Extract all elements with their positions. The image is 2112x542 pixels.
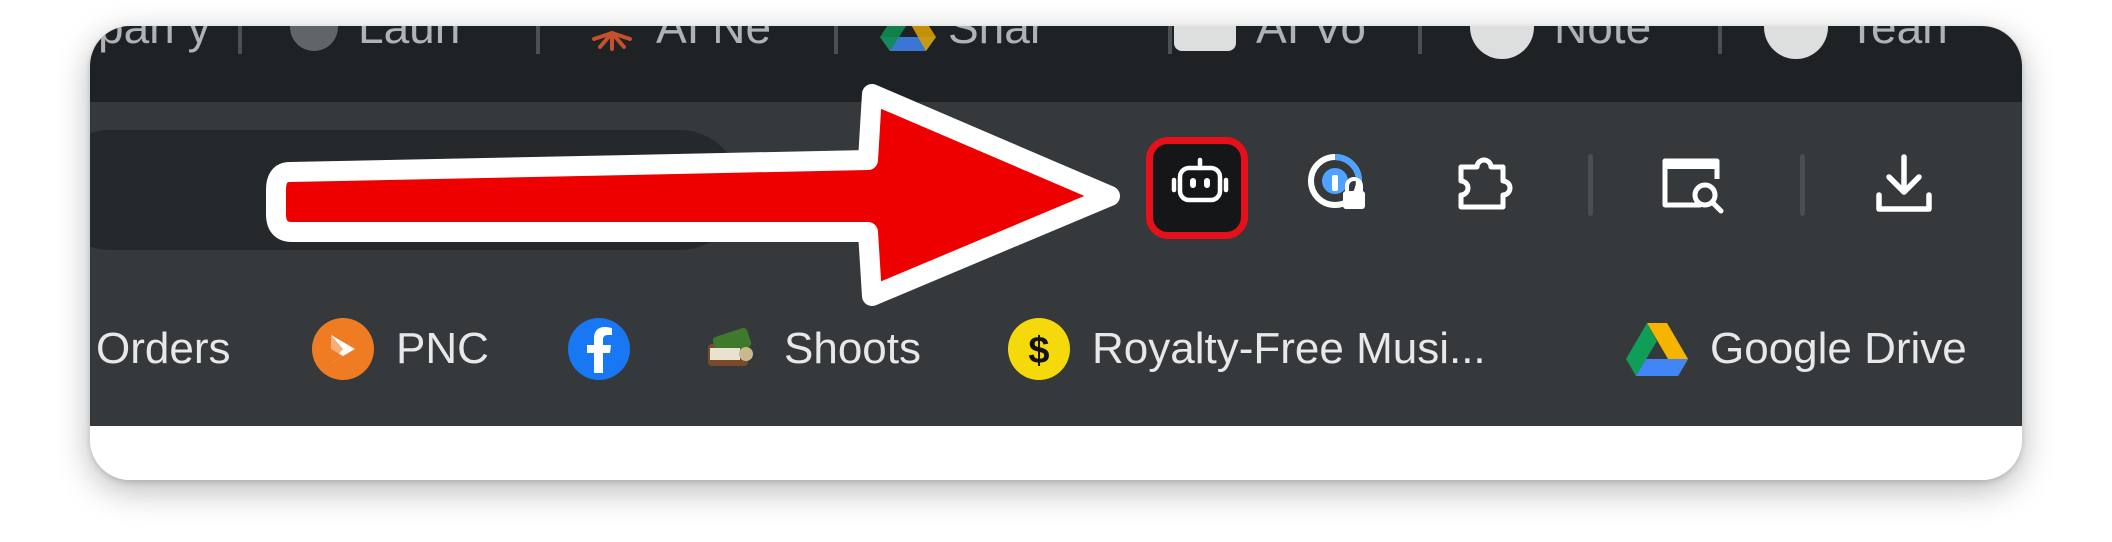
pointer-arrow-icon xyxy=(266,84,1120,306)
